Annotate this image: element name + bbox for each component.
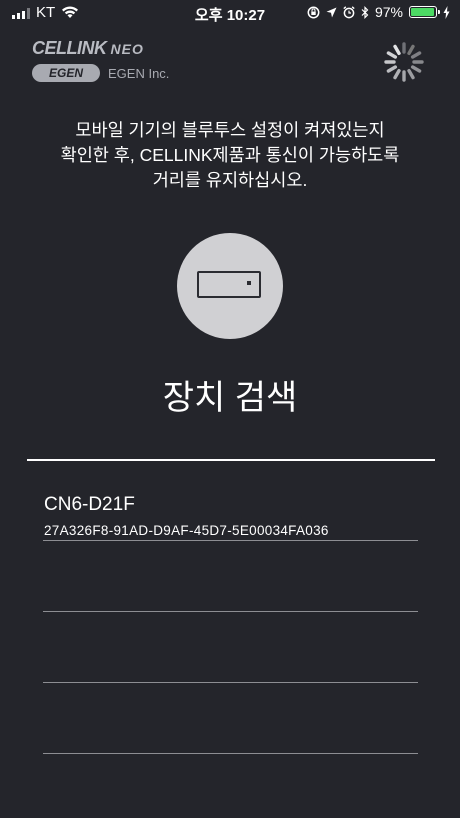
battery-percent: 97% [374, 4, 403, 20]
logo-suffix: NEO [110, 41, 144, 57]
empty-list-row [43, 683, 418, 754]
empty-list-row [43, 612, 418, 683]
company-row: EGEN EGEN Inc. [32, 64, 169, 82]
cellink-logo: CELLINK NEO [32, 38, 144, 59]
location-icon [326, 7, 337, 17]
egen-logo: EGEN [32, 64, 100, 82]
alarm-icon [343, 5, 355, 18]
device-uuid: 27A326F8-91AD-D9AF-45D7-5E00034FA036 [44, 523, 329, 538]
rotation-lock-icon [307, 6, 320, 18]
battery-fill [411, 8, 435, 16]
device-name: CN6-D21F [44, 494, 135, 515]
device-led [247, 281, 251, 285]
page-title: 장치 검색 [162, 379, 298, 417]
status-right: 97% [307, 4, 450, 20]
loading-spinner-icon [384, 42, 424, 82]
status-bar: KT 오후 10:27 97% [0, 0, 460, 26]
device-shape [197, 271, 261, 298]
company-name: EGEN Inc. [108, 65, 170, 81]
battery-icon [409, 6, 440, 18]
device-icon [177, 233, 283, 339]
bluetooth-instruction: 모바일 기기의 블루투스 설정이 켜져있는지 확인한 후, CELLINK제품과… [60, 120, 400, 190]
charging-icon [443, 5, 450, 19]
device-list: CN6-D21F 27A326F8-91AD-D9AF-45D7-5E00034… [43, 470, 418, 754]
logo-text: CELLINK [32, 38, 107, 58]
header-divider [27, 459, 435, 461]
bluetooth-icon [361, 5, 369, 19]
empty-list-row [43, 541, 418, 612]
device-list-item[interactable]: CN6-D21F 27A326F8-91AD-D9AF-45D7-5E00034… [43, 470, 418, 541]
